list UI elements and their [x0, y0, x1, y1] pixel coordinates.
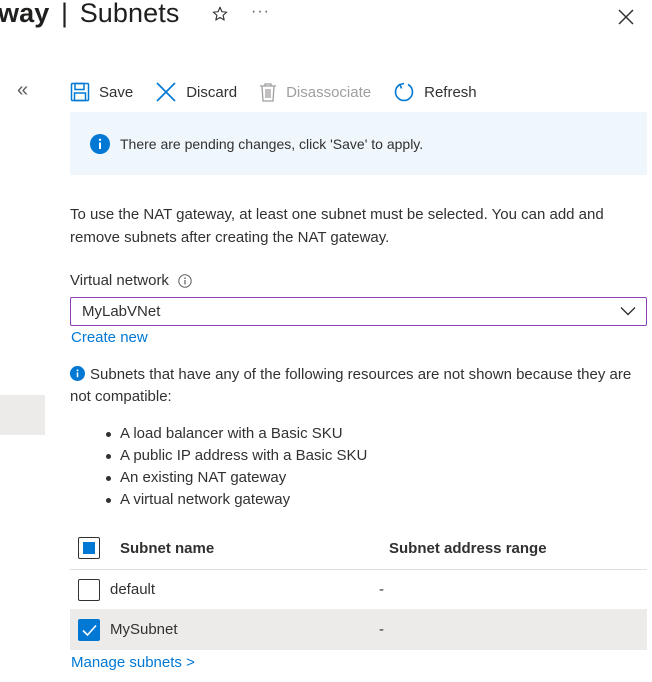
save-label: Save: [99, 83, 134, 101]
address-range-cell: -: [379, 581, 384, 598]
more-options-button[interactable]: ···: [251, 3, 270, 21]
info-tooltip-icon[interactable]: [178, 273, 192, 288]
compatibility-note: Subnets that have any of the following r…: [70, 364, 650, 408]
refresh-label: Refresh: [424, 83, 477, 101]
chevron-down-icon: [620, 307, 636, 316]
page-title-prefix: way: [0, 0, 50, 28]
save-icon: [70, 82, 90, 102]
virtual-network-dropdown[interactable]: MyLabVNet: [70, 297, 647, 326]
manage-subnets-link[interactable]: Manage subnets >: [71, 654, 195, 671]
trash-icon: [260, 83, 277, 102]
virtual-network-label: Virtual network: [70, 272, 192, 289]
column-header-address-range[interactable]: Subnet address range: [389, 540, 547, 557]
page-title-main: Subnets: [79, 0, 180, 28]
discard-label: Discard: [186, 83, 238, 101]
page-title: way | Subnets: [0, 0, 179, 29]
select-all-checkbox[interactable]: [78, 537, 100, 559]
sidebar-selected-item[interactable]: [0, 395, 45, 435]
discard-button[interactable]: Discard: [155, 81, 237, 103]
close-icon[interactable]: [617, 8, 637, 28]
list-item: A virtual network gateway: [104, 489, 367, 511]
pending-changes-banner: There are pending changes, click 'Save' …: [70, 112, 647, 175]
row-checkbox[interactable]: [78, 578, 100, 601]
note-text: Subnets that have any of the following r…: [70, 366, 632, 405]
page-title-separator: |: [60, 0, 69, 28]
subnet-name-cell: MySubnet: [110, 621, 178, 638]
table-row[interactable]: default -: [70, 570, 647, 610]
address-range-cell: -: [379, 621, 384, 638]
incompatible-resources-list: A load balancer with a Basic SKU A publi…: [104, 423, 367, 511]
disassociate-label: Disassociate: [286, 83, 372, 101]
virtual-network-label-text: Virtual network: [70, 272, 169, 289]
banner-text: There are pending changes, click 'Save' …: [120, 135, 424, 152]
checkmark-icon: [82, 624, 97, 636]
virtual-network-value: MyLabVNet: [82, 303, 161, 320]
description-text: To use the NAT gateway, at least one sub…: [70, 206, 604, 246]
collapse-sidebar-button[interactable]: «: [17, 80, 28, 100]
create-new-link[interactable]: Create new: [71, 329, 148, 346]
table-row[interactable]: MySubnet -: [70, 610, 647, 650]
favorite-star-icon[interactable]: [211, 5, 231, 25]
list-item: An existing NAT gateway: [104, 467, 367, 489]
column-header-subnet-name[interactable]: Subnet name: [120, 540, 214, 557]
save-button[interactable]: Save: [70, 82, 133, 102]
subnet-table: Subnet name Subnet address range default…: [70, 527, 647, 650]
refresh-button[interactable]: Refresh: [393, 81, 477, 103]
command-bar: Save Discard Disassociate Refresh: [70, 76, 499, 108]
row-checkbox[interactable]: [78, 618, 100, 641]
refresh-icon: [394, 82, 414, 102]
list-item: A public IP address with a Basic SKU: [104, 445, 367, 467]
discard-icon: [156, 82, 176, 102]
table-header: Subnet name Subnet address range: [70, 527, 647, 570]
subnet-name-cell: default: [110, 581, 156, 598]
disassociate-button[interactable]: Disassociate: [259, 82, 371, 102]
info-icon: [90, 133, 110, 154]
info-icon: [70, 366, 85, 381]
list-item: A load balancer with a Basic SKU: [104, 423, 367, 445]
